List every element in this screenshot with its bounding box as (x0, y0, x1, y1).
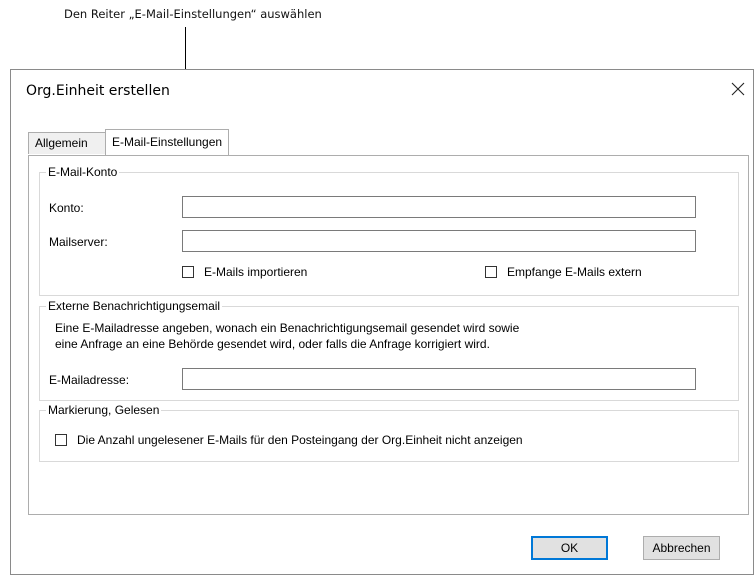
group-email-account: E-Mail-Konto Konto: Mailserver: E-Mails … (39, 165, 739, 296)
email-address-input[interactable] (182, 368, 696, 390)
receive-external-label: Empfange E-Mails extern (507, 265, 642, 279)
import-emails-label: E-Mails importieren (204, 265, 308, 279)
dialog-window: Org.Einheit erstellen Allgemein E-Mail-E… (10, 69, 754, 575)
tab-email-settings[interactable]: E-Mail-Einstellungen (105, 129, 230, 155)
hide-unread-count-checkbox[interactable]: Die Anzahl ungelesener E-Mails für den P… (55, 433, 523, 447)
group-label-external-notification: Externe Benachrichtigungsemail (46, 299, 223, 313)
tab-allgemein[interactable]: Allgemein (28, 132, 106, 154)
close-button[interactable] (725, 76, 751, 102)
hide-unread-count-label: Die Anzahl ungelesener E-Mails für den P… (77, 433, 523, 447)
ok-button[interactable]: OK (531, 536, 608, 560)
group-external-notification: Externe Benachrichtigungsemail Eine E-Ma… (39, 299, 739, 401)
tab-panel: E-Mail-Konto Konto: Mailserver: E-Mails … (28, 155, 749, 515)
close-icon (731, 82, 745, 96)
group-label-email-account: E-Mail-Konto (46, 165, 120, 179)
konto-label: Konto: (49, 201, 84, 215)
import-emails-checkbox[interactable]: E-Mails importieren (182, 265, 307, 279)
cancel-button[interactable]: Abbrechen (643, 536, 720, 560)
checkbox-box[interactable] (182, 266, 194, 278)
callout-text: Den Reiter „E-Mail-Einstellungen“ auswäh… (64, 7, 322, 21)
notification-description-line1: Eine E-Mailadresse angeben, wonach ein B… (55, 321, 520, 335)
dialog-title: Org.Einheit erstellen (26, 83, 170, 99)
notification-description-line2: eine Anfrage an eine Behörde gesendet wi… (55, 337, 490, 351)
email-address-label: E-Mailadresse: (49, 373, 130, 387)
group-marking-read: Markierung, Gelesen Die Anzahl ungelesen… (39, 403, 739, 462)
mailserver-label: Mailserver: (49, 235, 108, 249)
group-label-marking-read: Markierung, Gelesen (46, 403, 162, 417)
checkbox-box[interactable] (55, 434, 67, 446)
receive-external-checkbox[interactable]: Empfange E-Mails extern (485, 265, 642, 279)
konto-input[interactable] (182, 196, 696, 218)
mailserver-input[interactable] (182, 230, 696, 252)
checkbox-box[interactable] (485, 266, 497, 278)
